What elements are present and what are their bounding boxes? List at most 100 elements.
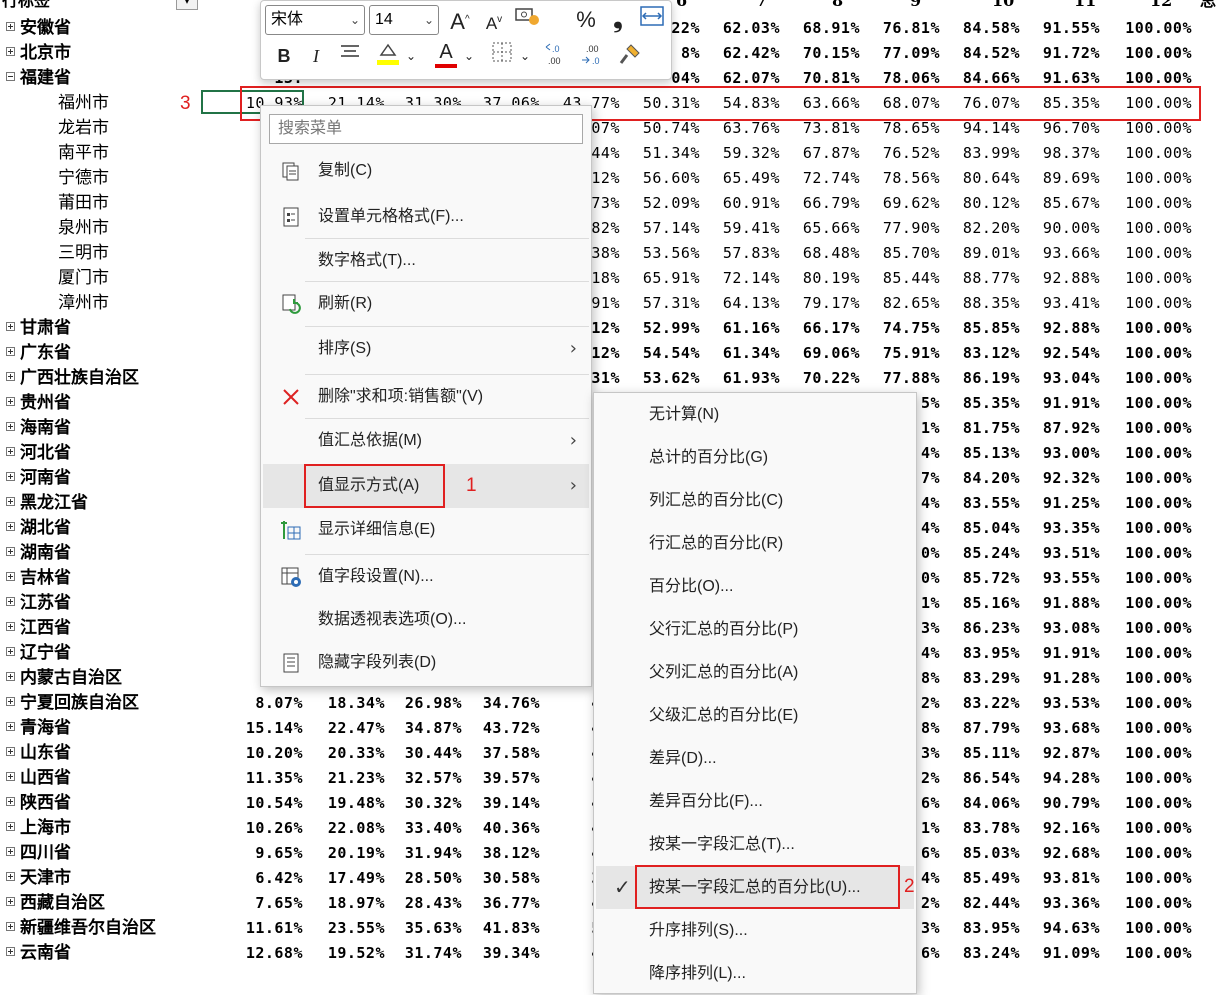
context-menu-item[interactable]: 数字格式(T)...	[263, 239, 589, 283]
column-header-month[interactable]: 12	[1150, 0, 1172, 10]
table-cell[interactable]: 34.87%	[382, 716, 462, 741]
table-cell[interactable]: 100.00%	[1112, 791, 1192, 816]
row-label[interactable]: 安徽省	[20, 16, 71, 41]
table-cell[interactable]: 100.00%	[1112, 841, 1192, 866]
table-cell[interactable]: 83.78%	[940, 816, 1020, 841]
table-cell[interactable]: 86.19%	[940, 366, 1020, 391]
table-cell[interactable]: 90.79%	[1020, 791, 1100, 816]
table-cell[interactable]: 56.60%	[620, 166, 700, 191]
table-cell[interactable]: 100.00%	[1112, 416, 1192, 441]
table-cell[interactable]: 88.35%	[940, 291, 1020, 316]
expand-icon[interactable]	[6, 522, 15, 531]
format-painter-button[interactable]	[615, 41, 645, 71]
row-label[interactable]: 内蒙古自治区	[20, 666, 122, 691]
table-cell[interactable]: 9.65%	[223, 841, 303, 866]
table-cell[interactable]: 100.00%	[1112, 41, 1192, 66]
row-label[interactable]: 莆田市	[58, 191, 109, 216]
table-cell[interactable]: 100.00%	[1112, 291, 1192, 316]
comma-style-button[interactable]: ❟	[603, 5, 633, 35]
row-label[interactable]: 四川省	[20, 841, 71, 866]
expand-icon[interactable]	[6, 622, 15, 631]
table-cell[interactable]: 69.62%	[860, 191, 940, 216]
row-label[interactable]: 吉林省	[20, 566, 71, 591]
table-cell[interactable]: 92.88%	[1020, 316, 1100, 341]
context-menu-item[interactable]: 隐藏字段列表(D)	[263, 641, 589, 685]
table-cell[interactable]: 30.32%	[382, 791, 462, 816]
submenu-item[interactable]: 升序排列(S)...	[596, 909, 914, 952]
table-cell[interactable]: 94.28%	[1020, 766, 1100, 791]
row-label[interactable]: 南平市	[58, 141, 109, 166]
table-cell[interactable]: 83.12%	[940, 341, 1020, 366]
table-cell[interactable]: 82.44%	[940, 891, 1020, 916]
bold-button[interactable]: B	[269, 41, 299, 71]
table-cell[interactable]: 62.42%	[700, 41, 780, 66]
table-cell[interactable]: 91.55%	[1020, 16, 1100, 41]
expand-icon[interactable]	[6, 397, 15, 406]
expand-icon[interactable]	[6, 872, 15, 881]
table-cell[interactable]: 80.64%	[940, 166, 1020, 191]
collapse-icon[interactable]	[6, 72, 15, 81]
expand-icon[interactable]	[6, 22, 15, 31]
table-cell[interactable]: 61.16%	[700, 316, 780, 341]
column-header-month[interactable]: 8	[832, 0, 843, 10]
table-cell[interactable]: 30.58%	[460, 866, 540, 891]
expand-icon[interactable]	[6, 772, 15, 781]
column-header-month[interactable]: 6	[676, 0, 687, 10]
table-cell[interactable]: 100.00%	[1112, 316, 1192, 341]
row-label[interactable]: 河北省	[20, 441, 71, 466]
row-label[interactable]: 河南省	[20, 466, 71, 491]
table-cell[interactable]: 89.01%	[940, 241, 1020, 266]
table-cell[interactable]: 100.00%	[1112, 166, 1192, 191]
table-cell[interactable]: 65.91%	[620, 266, 700, 291]
table-cell[interactable]: 84.52%	[940, 41, 1020, 66]
fill-color-dropdown[interactable]: ⌄	[403, 41, 419, 71]
column-header-month[interactable]: 11	[1074, 0, 1096, 10]
table-cell[interactable]: 92.88%	[1020, 266, 1100, 291]
table-cell[interactable]: 85.13%	[940, 441, 1020, 466]
table-cell[interactable]: 10.20%	[223, 741, 303, 766]
table-cell[interactable]: 57.83%	[700, 241, 780, 266]
submenu-item[interactable]: 差异(D)...	[596, 737, 914, 780]
table-cell[interactable]: 100.00%	[1112, 691, 1192, 716]
row-label[interactable]: 贵州省	[20, 391, 71, 416]
row-label[interactable]: 青海省	[20, 716, 71, 741]
table-cell[interactable]: 12.68%	[223, 941, 303, 966]
expand-icon[interactable]	[6, 747, 15, 756]
table-cell[interactable]: 54.54%	[620, 341, 700, 366]
table-cell[interactable]: 68.91%	[780, 16, 860, 41]
expand-icon[interactable]	[6, 572, 15, 581]
grow-font-button[interactable]: A^	[445, 5, 475, 35]
row-label[interactable]: 龙岩市	[58, 116, 109, 141]
table-cell[interactable]: 100.00%	[1112, 566, 1192, 591]
percent-style-button[interactable]: %	[571, 5, 601, 35]
table-cell[interactable]: 100.00%	[1112, 766, 1192, 791]
shrink-font-button[interactable]: Av	[479, 5, 509, 35]
table-cell[interactable]: 85.16%	[940, 591, 1020, 616]
table-cell[interactable]: 17.49%	[305, 866, 385, 891]
table-cell[interactable]: 85.35%	[940, 391, 1020, 416]
table-cell[interactable]: 85.85%	[940, 316, 1020, 341]
table-cell[interactable]: 100.00%	[1112, 716, 1192, 741]
table-cell[interactable]: 75.91%	[860, 341, 940, 366]
submenu-item[interactable]: 父级汇总的百分比(E)	[596, 694, 914, 737]
table-cell[interactable]: 100.00%	[1112, 491, 1192, 516]
table-cell[interactable]: 87.79%	[940, 716, 1020, 741]
table-cell[interactable]: 61.93%	[700, 366, 780, 391]
submenu-item[interactable]: 父行汇总的百分比(P)	[596, 608, 914, 651]
table-cell[interactable]: 100.00%	[1112, 591, 1192, 616]
table-cell[interactable]: 84.58%	[940, 16, 1020, 41]
table-cell[interactable]: 85.44%	[860, 266, 940, 291]
table-cell[interactable]: 28.50%	[382, 866, 462, 891]
table-cell[interactable]: 86.54%	[940, 766, 1020, 791]
table-cell[interactable]: 100.00%	[1112, 616, 1192, 641]
table-cell[interactable]: 64.13%	[700, 291, 780, 316]
expand-icon[interactable]	[6, 497, 15, 506]
table-cell[interactable]: 72.74%	[780, 166, 860, 191]
table-cell[interactable]: 100.00%	[1112, 866, 1192, 891]
table-cell[interactable]: 79.17%	[780, 291, 860, 316]
context-menu-item[interactable]: 设置单元格格式(F)...	[263, 195, 589, 239]
table-cell[interactable]: 23.55%	[305, 916, 385, 941]
font-name-combo[interactable]: 宋体 ⌄	[265, 5, 365, 35]
table-cell[interactable]: 65.49%	[700, 166, 780, 191]
context-menu-item[interactable]: 刷新(R)	[263, 282, 589, 326]
